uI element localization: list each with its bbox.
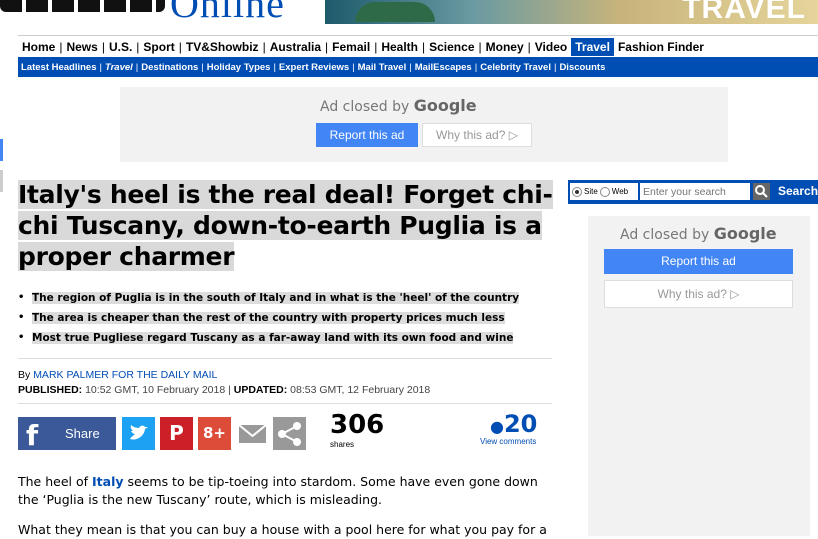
twitter-icon	[130, 425, 148, 440]
article-paragraph: What they mean is that you can buy a hou…	[18, 522, 547, 537]
comments-count[interactable]: ●20	[490, 410, 537, 438]
search-icon-button[interactable]	[753, 183, 770, 200]
subnav-item-celebrity-travel[interactable]: Celebrity Travel	[477, 62, 554, 73]
subnav-item-mail-travel[interactable]: Mail Travel	[355, 62, 410, 73]
ad-closed-text: Ad closed by Google	[620, 224, 777, 243]
more-share-button[interactable]	[273, 417, 306, 450]
why-ad-button[interactable]: Why this ad? ▷	[422, 123, 532, 147]
share-label: Share	[65, 426, 100, 441]
secondary-nav: Latest Headlines | Travel | Destinations | Hol…	[18, 57, 818, 77]
summary-bullet: The region of Puglia is in the south of …	[18, 288, 553, 308]
nav-item-money[interactable]: Money	[482, 40, 528, 54]
subnav-item-expert-reviews[interactable]: Expert Reviews	[276, 62, 352, 73]
publish-info: PUBLISHED: 10:52 GMT, 10 February 2018 |…	[18, 384, 431, 396]
shares-label: shares	[330, 440, 355, 449]
googleplus-icon: 8+	[202, 424, 226, 442]
italy-link[interactable]: Italy	[92, 474, 124, 489]
site-radio[interactable]	[572, 186, 582, 197]
why-ad-button[interactable]: Why this ad? ▷	[604, 280, 793, 308]
article-summary-bullets: The region of Puglia is in the south of …	[18, 288, 553, 348]
report-ad-button[interactable]: Report this ad	[604, 249, 793, 274]
pinterest-icon: P	[169, 421, 184, 445]
subnav-item-travel[interactable]: Travel	[102, 62, 136, 73]
subnav-item-latest-headlines[interactable]: Latest Headlines	[18, 62, 100, 73]
view-comments-link[interactable]: View comments	[480, 437, 536, 446]
site-navigation: Home | News | U.S. | Sport | TV&Showbiz | Australi…	[18, 35, 818, 82]
googleplus-share-button[interactable]: 8+	[198, 417, 231, 450]
left-edge-tab[interactable]	[0, 170, 3, 192]
shares-count: 306	[330, 410, 385, 440]
email-share-button[interactable]	[236, 417, 269, 450]
subnav-item-destinations[interactable]: Destinations	[138, 62, 201, 73]
search-icon	[753, 183, 770, 200]
nav-item-video[interactable]: Video	[531, 40, 571, 54]
nav-item-health[interactable]: Health	[377, 40, 422, 54]
comment-bubble-icon: ●	[490, 417, 504, 436]
masthead-logo[interactable]	[0, 0, 165, 12]
primary-nav: Home | News | U.S. | Sport | TV&Showbiz | Australi…	[18, 36, 818, 57]
divider	[18, 403, 552, 404]
masthead: Online TRAVEL	[0, 0, 818, 24]
article-headline: Italy's heel is the real deal! Forget ch…	[18, 180, 553, 271]
top-ad-box: Ad closed by Google Report this ad Why t…	[120, 87, 728, 162]
facebook-share-button[interactable]: f Share	[18, 417, 116, 452]
mail-icon	[238, 424, 267, 443]
summary-bullet: The area is cheaper than the rest of the…	[18, 308, 553, 328]
subnav-item-mailescapes[interactable]: MailEscapes	[412, 62, 475, 73]
summary-bullet: Most true Pugliese regard Tuscany as a f…	[18, 328, 553, 348]
subnav-item-holiday-types[interactable]: Holiday Types	[204, 62, 274, 73]
island-image	[355, 2, 435, 22]
facebook-icon: f	[26, 419, 39, 452]
nav-item-science[interactable]: Science	[425, 40, 478, 54]
ad-closed-text: Ad closed by Google	[320, 96, 477, 115]
nav-item-travel[interactable]: Travel	[571, 37, 614, 56]
twitter-share-button[interactable]	[122, 417, 155, 450]
byline: By MARK PALMER FOR THE DAILY MAIL	[18, 369, 218, 381]
nav-item-home[interactable]: Home	[18, 40, 59, 54]
share-icon	[273, 417, 306, 450]
logo-online-text[interactable]: Online	[170, 0, 285, 24]
nav-item-news[interactable]: News	[62, 40, 101, 54]
search-button[interactable]: Search	[778, 184, 818, 198]
pinterest-share-button[interactable]: P	[160, 417, 193, 450]
search-scope: Site Web	[570, 183, 638, 200]
subnav-item-discounts[interactable]: Discounts	[556, 62, 608, 73]
travel-banner[interactable]: TRAVEL	[325, 0, 818, 24]
nav-item-femail[interactable]: Femail	[328, 40, 374, 54]
article-paragraph: The heel of Italy seems to be tip-toeing…	[18, 474, 538, 507]
nav-item-sport[interactable]: Sport	[139, 40, 178, 54]
banner-travel-text: TRAVEL	[682, 0, 806, 24]
left-edge-tab[interactable]	[0, 139, 3, 161]
nav-item-u-s-[interactable]: U.S.	[105, 40, 136, 54]
nav-item-tv-showbiz[interactable]: TV&Showbiz	[182, 40, 263, 54]
search-bar: Site Web Search	[568, 180, 818, 204]
nav-item-australia[interactable]: Australia	[266, 40, 325, 54]
login-link[interactable]: Login	[792, 40, 818, 51]
web-radio[interactable]	[599, 186, 610, 197]
search-input[interactable]	[640, 183, 750, 200]
divider	[18, 358, 552, 359]
author-link[interactable]: MARK PALMER FOR THE DAILY MAIL	[33, 369, 217, 381]
nav-item-fashion-finder[interactable]: Fashion Finder	[614, 40, 708, 54]
report-ad-button[interactable]: Report this ad	[316, 123, 418, 147]
sidebar-ad-box: Ad closed by Google Report this ad Why t…	[588, 216, 810, 536]
